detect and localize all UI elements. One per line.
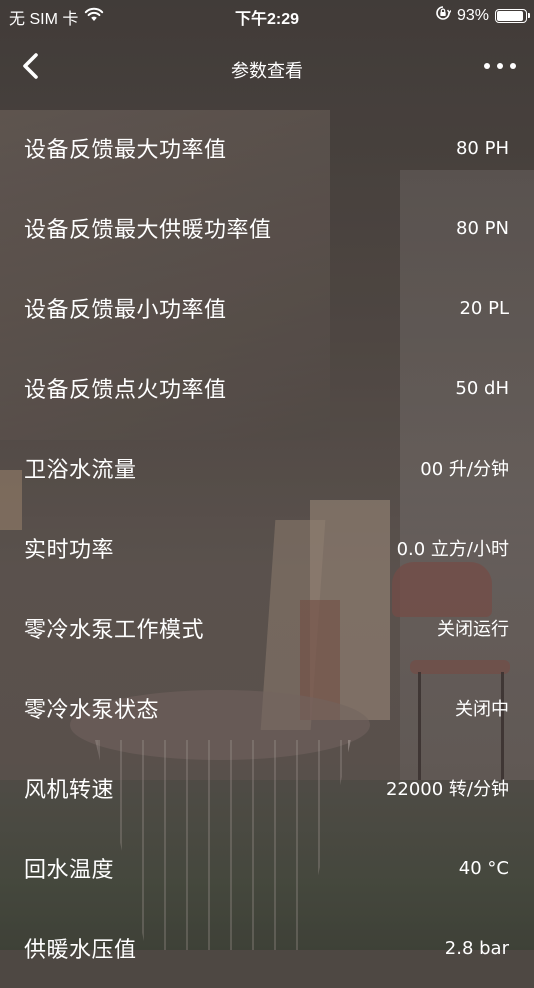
param-value: 20 PL <box>459 297 509 319</box>
battery-icon <box>495 8 530 23</box>
param-label: 回水温度 <box>24 858 115 883</box>
more-button[interactable] <box>484 54 516 78</box>
param-label: 零冷水泵工作模式 <box>24 618 205 643</box>
param-label: 设备反馈最大功率值 <box>24 138 227 163</box>
param-row-fan-speed: 风机转速 22000 转/分钟 <box>0 748 534 828</box>
page-title: 参数查看 <box>231 61 303 82</box>
battery-percent: 93% <box>456 6 489 24</box>
param-value: 00 升/分钟 <box>420 459 509 480</box>
param-value: 40 °C <box>458 857 509 879</box>
param-value: 0.0 立方/小时 <box>396 539 509 560</box>
param-row-min-power: 设备反馈最小功率值 20 PL <box>0 268 534 348</box>
param-label: 供暖水压值 <box>24 938 137 963</box>
param-value: 关闭运行 <box>437 619 509 640</box>
param-label: 设备反馈最大供暖功率值 <box>24 218 272 243</box>
param-label: 风机转速 <box>24 778 115 803</box>
param-row-bath-water-flow: 卫浴水流量 00 升/分钟 <box>0 428 534 508</box>
orientation-lock-icon <box>435 5 452 26</box>
param-row-ignition-power: 设备反馈点火功率值 50 dH <box>0 348 534 428</box>
parameter-list: 设备反馈最大功率值 80 PH 设备反馈最大供暖功率值 80 PN 设备反馈最小… <box>0 108 534 988</box>
param-label: 卫浴水流量 <box>24 458 137 483</box>
status-bar: 无 SIM 卡 下午2:29 93% <box>0 0 534 30</box>
param-value: 50 dH <box>455 377 509 399</box>
param-value: 80 PH <box>455 137 509 159</box>
more-dots-icon <box>484 63 490 69</box>
param-row-realtime-power: 实时功率 0.0 立方/小时 <box>0 508 534 588</box>
battery-fill <box>497 10 524 21</box>
param-row-pump-status: 零冷水泵状态 关闭中 <box>0 668 534 748</box>
param-row-heating-water-pressure: 供暖水压值 2.8 bar <box>0 908 534 988</box>
param-label: 零冷水泵状态 <box>24 698 160 723</box>
param-row-return-water-temp: 回水温度 40 °C <box>0 828 534 908</box>
param-row-max-heating-power: 设备反馈最大供暖功率值 80 PN <box>0 188 534 268</box>
param-label: 设备反馈点火功率值 <box>24 378 227 403</box>
param-value: 关闭中 <box>455 699 509 720</box>
param-row-pump-mode: 零冷水泵工作模式 关闭运行 <box>0 588 534 668</box>
param-value: 2.8 bar <box>444 937 509 959</box>
param-label: 设备反馈最小功率值 <box>24 298 227 323</box>
param-label: 实时功率 <box>24 538 115 563</box>
param-value: 80 PN <box>456 217 509 239</box>
param-value: 22000 转/分钟 <box>385 779 509 800</box>
nav-bar: 参数查看 <box>0 30 534 108</box>
param-row-max-power: 设备反馈最大功率值 80 PH <box>0 108 534 188</box>
